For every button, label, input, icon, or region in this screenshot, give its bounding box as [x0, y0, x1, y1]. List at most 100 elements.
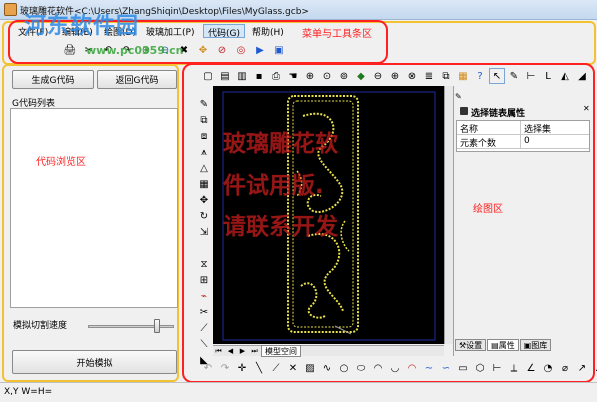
dim-horizontal-icon[interactable]: ⊢	[489, 360, 505, 376]
target-icon[interactable]: ◎	[233, 42, 249, 58]
layers-icon[interactable]: ≣	[421, 68, 437, 84]
print-icon[interactable]: 🖨	[62, 42, 78, 58]
spline-icon[interactable]: ∿	[319, 360, 335, 376]
watermark-logo: 河东软件园	[24, 14, 140, 39]
property-count-value[interactable]: 0	[521, 135, 533, 148]
polyline-icon[interactable]: ⟋	[268, 360, 284, 376]
save-icon[interactable]: ▪	[251, 68, 267, 84]
hand-icon[interactable]: ☚	[285, 68, 301, 84]
point-icon[interactable]: ✛	[234, 360, 250, 376]
help-icon[interactable]: ?	[472, 68, 488, 84]
xline-icon[interactable]: ✕	[285, 360, 301, 376]
scissors-icon[interactable]: ✂	[196, 304, 212, 320]
grid-icon[interactable]: ▦	[196, 176, 212, 192]
dim-angle-icon[interactable]: ∠	[523, 360, 539, 376]
zoom-all-icon[interactable]: ⊗	[404, 68, 420, 84]
ornament-scroll-lower	[300, 233, 344, 319]
rotate-icon[interactable]: ↻	[196, 208, 212, 224]
dim-radius-icon[interactable]: ◔	[540, 360, 556, 376]
measure-icon[interactable]: ◢	[574, 68, 590, 84]
properties-close-icon[interactable]: ✕	[583, 104, 590, 113]
start-simulation-button[interactable]: 开始模拟	[12, 350, 177, 374]
menu-glass-processing[interactable]: 玻璃加工(P)	[142, 24, 198, 38]
return-gcode-button[interactable]: 返回G代码	[97, 70, 177, 89]
scale-icon[interactable]: ⇲	[196, 224, 212, 240]
watermark-url: www.pc0359.cn	[86, 44, 184, 57]
pan-icon[interactable]: ✥	[195, 42, 211, 58]
open-icon[interactable]: ▤	[217, 68, 233, 84]
line-l-icon[interactable]: L	[540, 68, 556, 84]
model-space-tab[interactable]: 模型空间	[261, 345, 301, 357]
zoom-extents-icon[interactable]: ⊚	[336, 68, 352, 84]
blank-tool-icon[interactable]	[196, 240, 212, 256]
wave-icon[interactable]: ∼	[421, 360, 437, 376]
tab-first-icon[interactable]: ⏮	[213, 346, 224, 356]
zoom-out-small-icon[interactable]: ⊖	[370, 68, 386, 84]
speed-slider-track[interactable]	[88, 325, 174, 328]
redo-draw-icon[interactable]: ↷	[217, 360, 233, 376]
extend-icon[interactable]: ⟋	[196, 320, 212, 336]
hatch-icon[interactable]: ▨	[302, 360, 318, 376]
dimension-icon[interactable]: ⊢	[523, 68, 539, 84]
open-folder-icon[interactable]: ▥	[234, 68, 250, 84]
drawing-toolbar-bottom: ↶ ↷ ✛ ╲ ⟋ ✕ ▨ ∿ ○ ⬭ ◠ ◡ ◠ ∼ ∽ ▭ ⬡ ⊢ ⟂ ∠ …	[200, 360, 597, 376]
app-icon	[4, 3, 17, 16]
canvas-vertical-scrollbar[interactable]	[444, 86, 453, 344]
play-icon[interactable]: ▶	[252, 42, 268, 58]
code-browser-annotation: 代码浏览区	[36, 157, 86, 168]
undo-draw-icon[interactable]: ↶	[200, 360, 216, 376]
tab-settings[interactable]: ⚒ 设置	[455, 339, 487, 351]
layer-icon[interactable]: ◆	[353, 68, 369, 84]
mirror-icon[interactable]: ◭	[557, 68, 573, 84]
array-icon[interactable]: ⊞	[196, 272, 212, 288]
zoom-icon[interactable]: ⊙	[319, 68, 335, 84]
property-name-label: 名称	[457, 121, 521, 135]
tab-next-icon[interactable]: ▶	[237, 346, 248, 356]
copy-shape-2-icon[interactable]: ⧈	[196, 128, 212, 144]
copy-shape-icon[interactable]: ⧉	[196, 112, 212, 128]
arc-3pt-icon[interactable]: ◡	[387, 360, 403, 376]
tab-last-icon[interactable]: ⏭	[249, 346, 260, 356]
dim-diameter-icon[interactable]: ⌀	[557, 360, 573, 376]
tab-properties[interactable]: ▤ 属性	[487, 339, 519, 351]
trim-icon[interactable]: ⌁	[196, 288, 212, 304]
copy-icon[interactable]: ⧉	[438, 68, 454, 84]
dim-aligned-icon[interactable]: ⟂	[506, 360, 522, 376]
stop-icon[interactable]: ⊘	[214, 42, 230, 58]
pencil-icon[interactable]: ✎	[196, 96, 212, 112]
line-icon[interactable]: ╲	[251, 360, 267, 376]
new-icon[interactable]: ▢	[200, 68, 216, 84]
rectangle-icon[interactable]: ▭	[455, 360, 471, 376]
export-icon[interactable]: ▣	[271, 42, 287, 58]
paste-icon[interactable]: ▦	[455, 68, 471, 84]
align-icon[interactable]: ⩚	[196, 144, 212, 160]
break-icon[interactable]: ⟍	[196, 336, 212, 352]
arc-red-icon[interactable]: ◠	[404, 360, 420, 376]
gcode-list[interactable]	[10, 108, 178, 308]
menu-help[interactable]: 帮助(H)	[248, 24, 288, 38]
move-icon[interactable]: ✥	[196, 192, 212, 208]
pin-icon[interactable]: ✎	[455, 92, 465, 102]
zoom-window-icon[interactable]: ⊕	[302, 68, 318, 84]
leader-icon[interactable]: ↗	[574, 360, 590, 376]
property-name-value[interactable]: 选择集	[521, 121, 554, 135]
arc-icon[interactable]: ◠	[370, 360, 386, 376]
offset-icon[interactable]: ⧖	[196, 256, 212, 272]
generate-gcode-button[interactable]: 生成G代码	[12, 70, 94, 89]
select-arrow-icon[interactable]: ↖	[489, 68, 505, 84]
tolerance-icon[interactable]: ⊿	[591, 360, 597, 376]
print-preview-icon[interactable]: ⎙	[268, 68, 284, 84]
drawing-canvas[interactable]: 玻璃雕花软 件试用版. 请联系开发	[213, 86, 444, 344]
ellipse-icon[interactable]: ⬭	[353, 360, 369, 376]
menu-code[interactable]: 代码(G)	[203, 24, 245, 39]
paint-icon[interactable]: ✎	[506, 68, 522, 84]
properties-tabs: ⚒ 设置 ▤ 属性 ▣ 图库	[455, 339, 552, 351]
circle-icon[interactable]: ○	[336, 360, 352, 376]
curve-icon[interactable]: ∽	[438, 360, 454, 376]
tab-prev-icon[interactable]: ◀	[225, 346, 236, 356]
speed-slider-thumb[interactable]	[153, 319, 160, 333]
polygon-icon[interactable]: ⬡	[472, 360, 488, 376]
tab-library[interactable]: ▣ 图库	[519, 339, 552, 351]
triangle-icon[interactable]: △	[196, 160, 212, 176]
zoom-in-small-icon[interactable]: ⊕	[387, 68, 403, 84]
